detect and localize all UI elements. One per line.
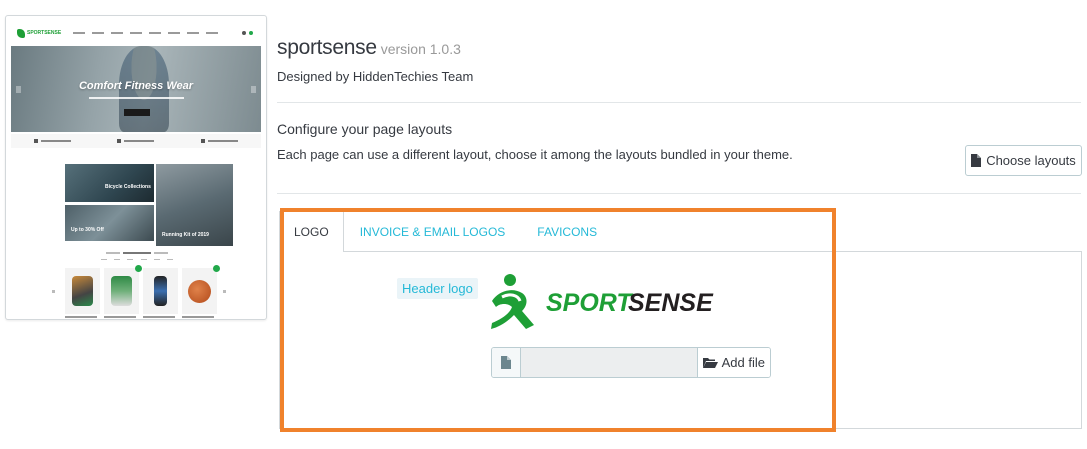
file-icon xyxy=(500,356,511,369)
logo-file-input[interactable] xyxy=(520,348,697,377)
preview-tile-running: Running Kit of 2019 xyxy=(156,164,233,246)
tab-invoice-email-logos[interactable]: INVOICE & EMAIL LOGOS xyxy=(344,211,522,252)
theme-preview-card: SPORTSENSE Comfort Fitness Wear Bicycle … xyxy=(5,15,267,320)
tab-invoice-email-logos-label: INVOICE & EMAIL LOGOS xyxy=(359,224,506,239)
add-file-button[interactable]: Add file xyxy=(696,348,770,377)
divider xyxy=(277,193,1081,194)
sportsense-logo: SPORT SENSE xyxy=(491,274,714,329)
preview-features xyxy=(11,134,261,148)
preview-tile-bicycle: Bicycle Collections xyxy=(65,164,154,202)
preview-tile-sale: Up to 30% Off xyxy=(65,205,154,241)
preview-product xyxy=(65,268,100,314)
logo-file-upload: Add file xyxy=(491,347,771,378)
add-file-label: Add file xyxy=(721,355,765,370)
preview-logo: SPORTSENSE xyxy=(17,28,61,38)
preview-product xyxy=(143,268,178,314)
choose-layouts-label: Choose layouts xyxy=(986,153,1076,168)
logo-word-sense: SENSE xyxy=(628,289,714,317)
layouts-title: Configure your page layouts xyxy=(277,121,453,137)
preview-mini-tabs xyxy=(101,259,173,260)
preview-hero-title: Comfort Fitness Wear xyxy=(78,80,194,92)
tab-favicons-label: FAVICONS xyxy=(537,224,598,239)
divider xyxy=(277,102,1081,103)
preview-nav xyxy=(73,32,219,34)
tab-logo[interactable]: LOGO xyxy=(279,211,344,252)
tab-logo-label: LOGO xyxy=(294,225,329,239)
header-logo-label: Header logo xyxy=(397,278,478,299)
tab-favicons[interactable]: FAVICONS xyxy=(521,211,613,252)
theme-name: sportsense xyxy=(277,36,377,59)
file-icon xyxy=(971,154,982,167)
theme-title: sportsense version 1.0.3 xyxy=(277,36,461,60)
preview-product xyxy=(182,265,220,314)
preview-header: SPORTSENSE xyxy=(11,22,261,44)
choose-layouts-button[interactable]: Choose layouts xyxy=(965,145,1082,176)
logo-word-sport: SPORT xyxy=(546,289,634,317)
preview-nav-icons xyxy=(242,31,253,35)
preview-section-title xyxy=(102,252,172,254)
preview-hero-banner: Comfort Fitness Wear xyxy=(11,46,261,132)
theme-version: version 1.0.3 xyxy=(380,41,461,57)
folder-open-icon xyxy=(702,358,718,368)
theme-author: Designed by HiddenTechies Team xyxy=(277,69,474,84)
logo-tabs: LOGO INVOICE & EMAIL LOGOS FAVICONS xyxy=(279,211,613,252)
preview-product xyxy=(104,265,142,314)
file-addon xyxy=(492,348,521,377)
layouts-description: Each page can use a different layout, ch… xyxy=(277,147,793,162)
